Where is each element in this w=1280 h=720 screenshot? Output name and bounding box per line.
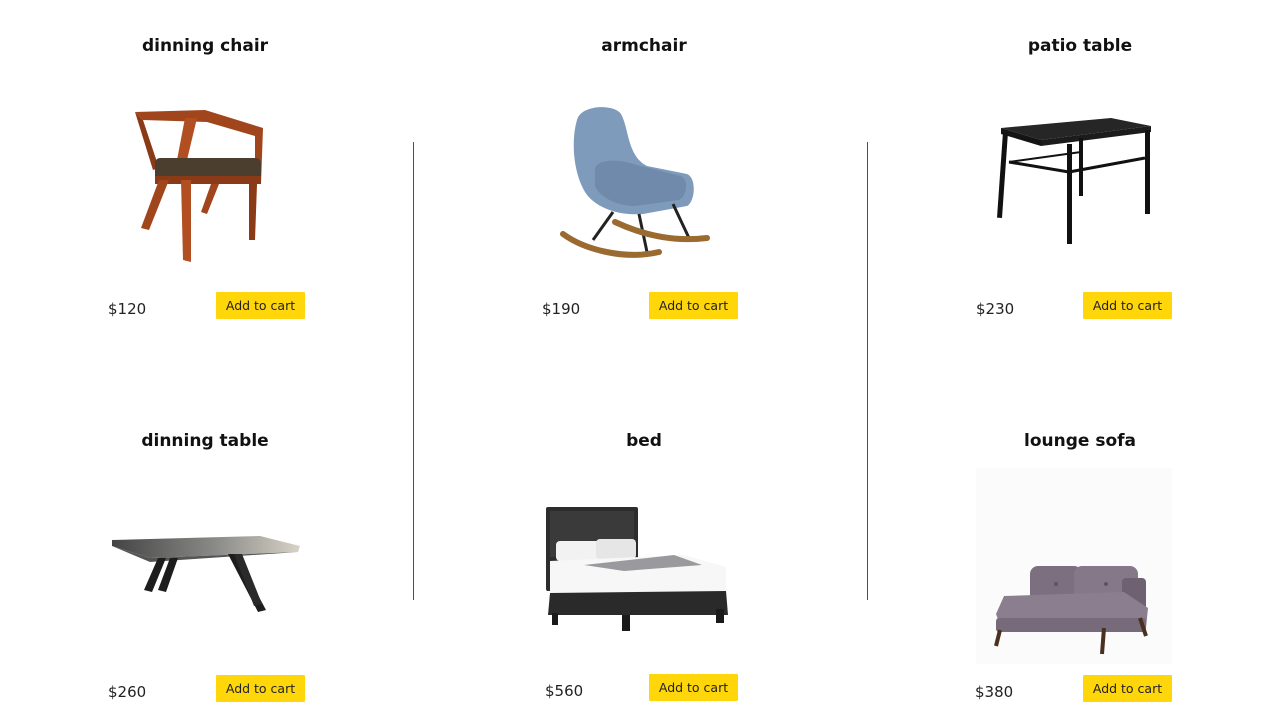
product-price: $120 — [108, 300, 147, 318]
product-price: $230 — [976, 300, 1015, 318]
bed-image — [546, 507, 728, 631]
dining-chair-image — [135, 110, 263, 262]
patio-table-image — [997, 118, 1151, 244]
product-title: lounge sofa — [1024, 431, 1136, 451]
product-price: $260 — [108, 683, 147, 701]
dining-table-image — [112, 536, 300, 612]
add-to-cart-button[interactable]: Add to cart — [649, 674, 738, 701]
product-title: patio table — [1027, 36, 1133, 56]
add-to-cart-button[interactable]: Add to cart — [649, 292, 738, 319]
product-title: dinning chair — [141, 36, 269, 56]
product-title: dinning table — [141, 431, 269, 451]
column-divider-right — [867, 142, 868, 600]
product-price: $190 — [542, 300, 581, 318]
lounge-sofa-image — [976, 468, 1172, 664]
column-divider-left — [413, 142, 414, 600]
product-price: $380 — [975, 683, 1014, 701]
product-price: $560 — [545, 682, 584, 700]
rocking-armchair-image — [560, 107, 710, 258]
add-to-cart-button[interactable]: Add to cart — [1083, 675, 1172, 702]
add-to-cart-button[interactable]: Add to cart — [216, 675, 305, 702]
add-to-cart-button[interactable]: Add to cart — [1083, 292, 1172, 319]
add-to-cart-button[interactable]: Add to cart — [216, 292, 305, 319]
product-title: bed — [626, 431, 662, 451]
product-title: armchair — [601, 36, 687, 56]
